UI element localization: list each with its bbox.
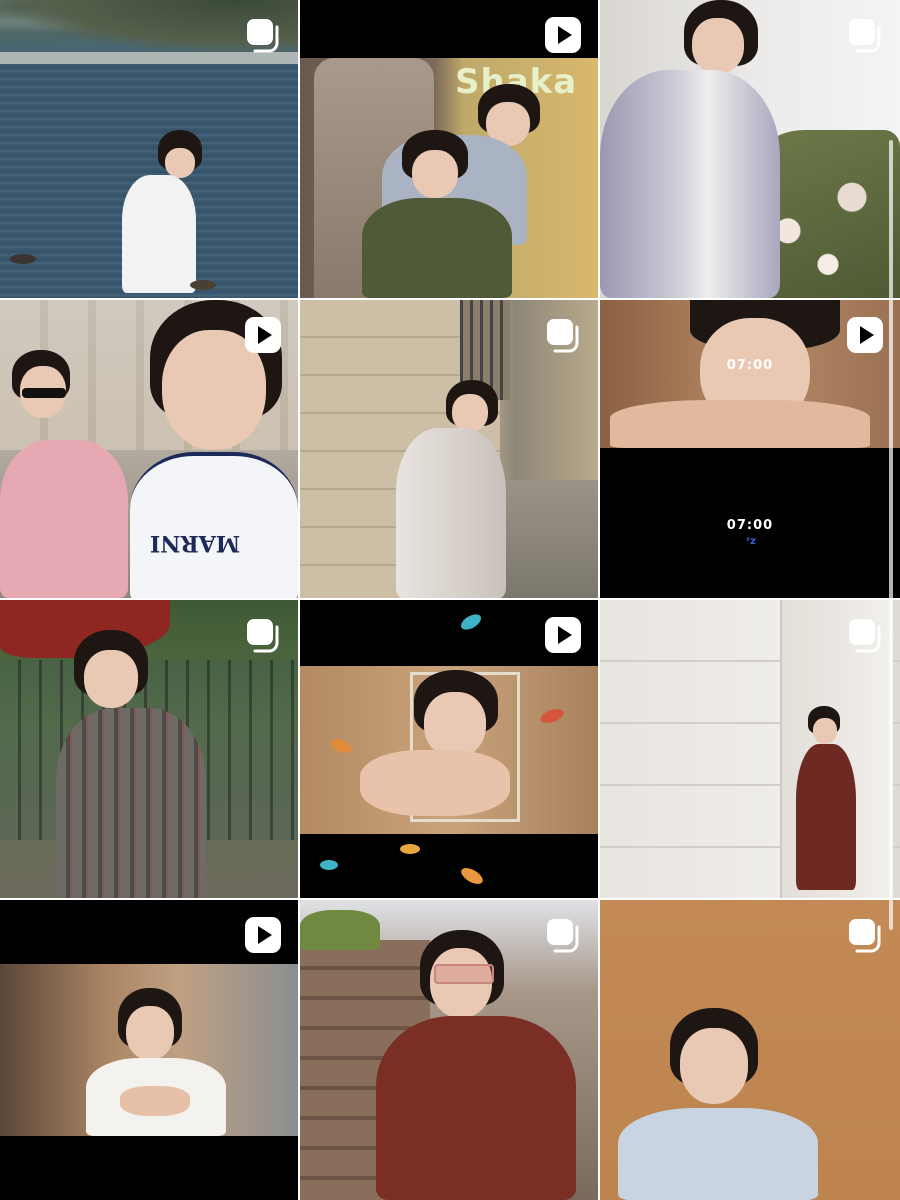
post-tile-4[interactable]: MARNI (0, 300, 298, 598)
person-tshirt (122, 175, 196, 293)
butterfly (458, 864, 486, 888)
duck (10, 254, 36, 264)
person-plaid-shirt (56, 708, 206, 898)
post-tile-6[interactable]: 07:00 07:00 ᶻz (600, 300, 900, 598)
sunglasses-icon (22, 388, 66, 398)
sunglasses-icon (434, 964, 494, 984)
person-face (165, 148, 195, 178)
play-icon (544, 16, 582, 54)
post-tile-5[interactable] (300, 300, 598, 598)
plants (300, 910, 380, 950)
person-red-cardigan (376, 1016, 576, 1200)
play-icon (544, 616, 582, 654)
person-jacket (362, 198, 512, 298)
scrollbar[interactable] (889, 140, 893, 930)
person-cardigan (600, 70, 780, 298)
play-icon (244, 916, 282, 954)
post-tile-11[interactable] (300, 900, 598, 1200)
post-tile-3[interactable] (600, 0, 900, 298)
hand (360, 750, 510, 816)
shirt-print: MARNI (150, 530, 241, 556)
person-face (126, 1006, 174, 1060)
post-tile-7[interactable] (0, 600, 298, 898)
play-icon (244, 316, 282, 354)
person-face (452, 394, 488, 432)
person-shoulders (610, 400, 870, 448)
duck (190, 280, 216, 290)
person-face (424, 692, 486, 758)
post-tile-2[interactable]: Shaka (300, 0, 598, 298)
multiple-posts-icon (846, 616, 884, 654)
multiple-posts-icon (846, 916, 884, 954)
butterfly (400, 844, 420, 854)
multiple-posts-icon (544, 316, 582, 354)
person-face (813, 718, 837, 744)
time-label-top: 07:00 (726, 358, 774, 373)
person-tshirt (130, 452, 298, 598)
person-face (412, 150, 458, 198)
street (500, 480, 598, 598)
multiple-posts-icon (244, 616, 282, 654)
sleep-icon: ᶻz (746, 536, 756, 547)
person-polo (0, 440, 128, 598)
post-tile-8[interactable] (300, 600, 598, 898)
person-face (692, 18, 744, 74)
butterfly (320, 860, 338, 870)
person-red-cardigan (796, 744, 856, 890)
post-tile-12[interactable] (600, 900, 900, 1200)
multiple-posts-icon (544, 916, 582, 954)
multiple-posts-icon (244, 16, 282, 54)
person-shirt (396, 428, 506, 598)
person-shirt (618, 1108, 818, 1200)
hands (120, 1086, 190, 1116)
butterfly (458, 611, 484, 633)
post-tile-9[interactable] (600, 600, 900, 898)
post-tile-1[interactable] (0, 0, 298, 298)
person-face (84, 650, 138, 708)
post-grid: Shaka MARNI 07:00 07:00 ᶻz (0, 0, 900, 1200)
multiple-posts-icon (846, 16, 884, 54)
play-icon (846, 316, 884, 354)
time-label-bottom: 07:00 (726, 518, 774, 533)
person-face (680, 1028, 748, 1104)
post-tile-10[interactable] (0, 900, 298, 1200)
